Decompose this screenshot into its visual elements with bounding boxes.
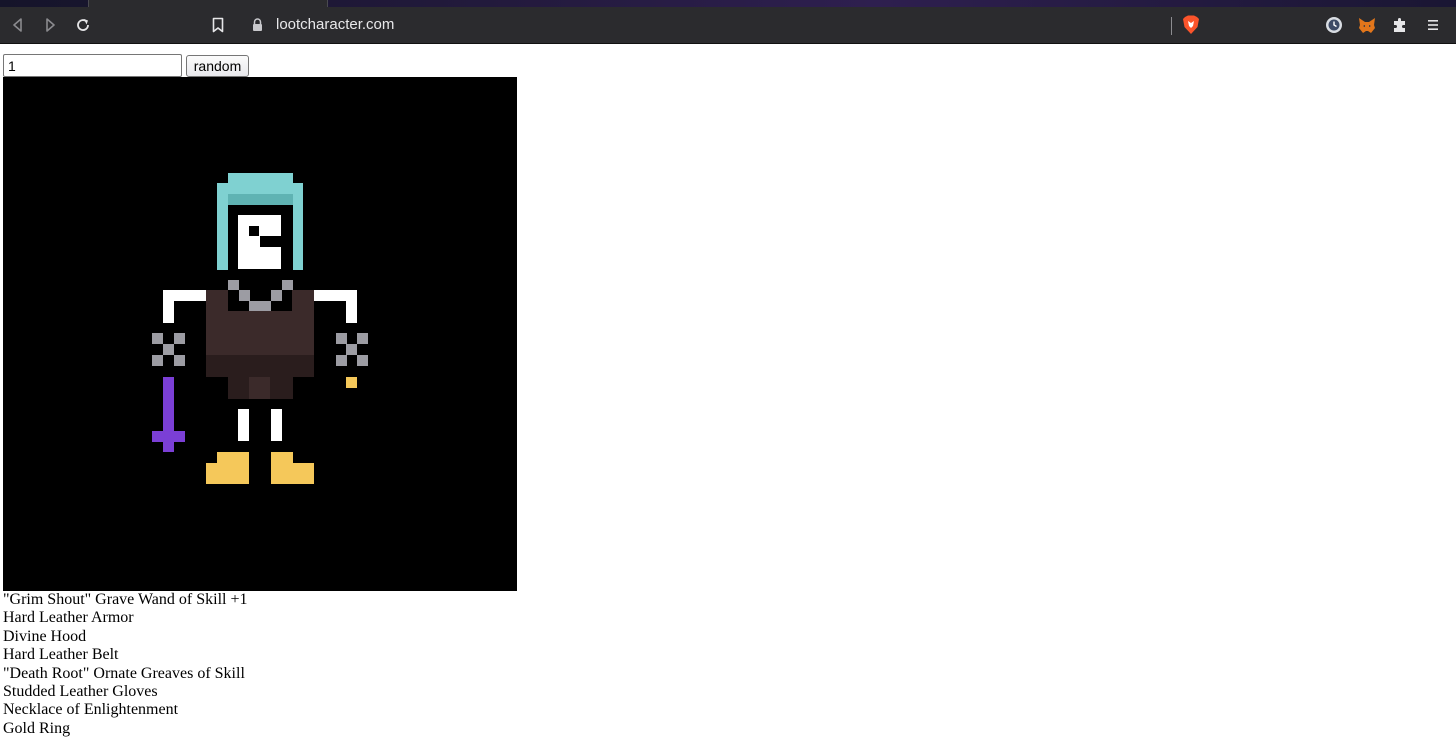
metamask-button[interactable] (1355, 13, 1379, 37)
forward-button[interactable] (38, 13, 62, 37)
address-bar-divider (1171, 17, 1172, 35)
brave-shields-button[interactable] (1179, 13, 1203, 37)
active-tab[interactable] (88, 0, 328, 7)
item-ring: Gold Ring (3, 719, 71, 737)
extension-clock-icon (1326, 17, 1342, 33)
back-icon (13, 18, 22, 32)
lock-icon (252, 18, 262, 31)
item-list: "Grim Shout" Grave Wand of Skill +1 Hard… (3, 591, 247, 738)
belt (228, 377, 293, 399)
item-foot: "Death Root" Ornate Greaves of Skill (3, 664, 245, 682)
character-image (3, 77, 517, 591)
menu-icon (1428, 20, 1438, 30)
back-button[interactable] (6, 13, 30, 37)
metamask-icon (1359, 17, 1375, 33)
item-hand: Studded Leather Gloves (3, 683, 158, 701)
forward-icon (46, 18, 55, 32)
item-neck: Necklace of Enlightenment (3, 701, 179, 719)
token-id-input[interactable] (3, 54, 182, 77)
browser-menu-button[interactable] (1421, 13, 1445, 37)
item-head: Divine Hood (3, 627, 87, 645)
item-waist: Hard Leather Belt (3, 646, 119, 664)
random-button[interactable]: random (186, 55, 249, 77)
extensions-puzzle-icon (1394, 18, 1405, 32)
reload-icon (77, 19, 89, 31)
browser-toolbar: lootcharacter.com (0, 7, 1456, 44)
reload-button[interactable] (71, 13, 95, 37)
face (238, 215, 281, 269)
address-bar-url[interactable]: lootcharacter.com (276, 16, 394, 34)
brave-shields-icon (1183, 15, 1199, 34)
ring (346, 377, 357, 388)
item-chest: Hard Leather Armor (3, 609, 134, 627)
extensions-button[interactable] (1388, 13, 1412, 37)
item-weapon: "Grim Shout" Grave Wand of Skill +1 (3, 591, 248, 608)
extension-clock-button[interactable] (1322, 13, 1346, 37)
bookmark-button[interactable] (206, 13, 230, 37)
tab-strip (0, 0, 1456, 7)
bookmark-icon (212, 17, 224, 33)
site-info-button[interactable] (248, 13, 266, 37)
